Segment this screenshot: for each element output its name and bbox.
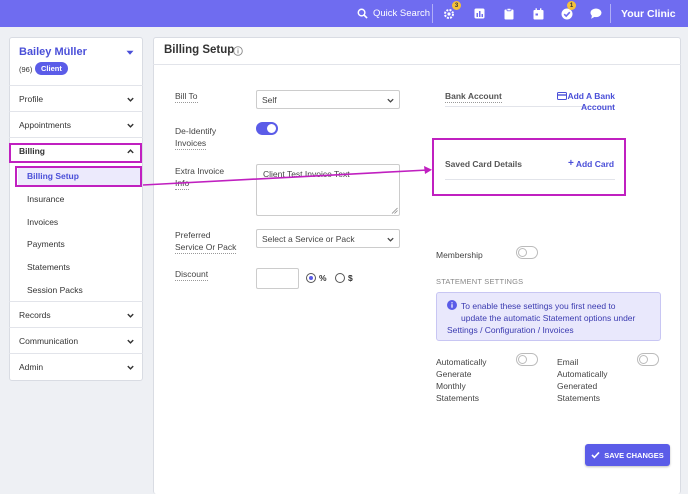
- email-statements-label-line3: Generated: [557, 381, 598, 391]
- auto-generate-label-line4: Statements: [436, 393, 479, 403]
- email-statements-toggle[interactable]: [637, 353, 659, 366]
- info-text-line3: Settings / Configuration / Invoices: [447, 325, 574, 335]
- statement-settings-heading: STATEMENT SETTINGS: [436, 277, 524, 286]
- info-text-line1: To enable these settings you first need …: [461, 301, 616, 311]
- info-text-line2: update the automatic Statement options u…: [461, 313, 636, 323]
- toggle-knob: [518, 355, 527, 364]
- info-circle-icon: [447, 300, 457, 310]
- membership-toggle[interactable]: [516, 246, 538, 259]
- auto-generate-toggle[interactable]: [516, 353, 538, 366]
- annotation-arrow: [142, 166, 432, 186]
- email-statements-label-line4: Statements: [557, 393, 600, 403]
- toggle-knob: [639, 355, 648, 364]
- check-icon: [591, 451, 600, 459]
- email-statements-label-line1: Email: [557, 357, 579, 367]
- membership-label: Membership: [436, 250, 483, 260]
- save-changes-label: SAVE CHANGES: [604, 450, 664, 460]
- auto-generate-label-line3: Monthly: [436, 381, 466, 391]
- email-statements-label-line2: Automatically: [557, 369, 608, 379]
- save-changes-button[interactable]: SAVE CHANGES: [585, 444, 670, 466]
- auto-generate-label-line2: Generate: [436, 369, 472, 379]
- auto-generate-label-line1: Automatically: [436, 357, 487, 367]
- toggle-knob: [518, 248, 527, 257]
